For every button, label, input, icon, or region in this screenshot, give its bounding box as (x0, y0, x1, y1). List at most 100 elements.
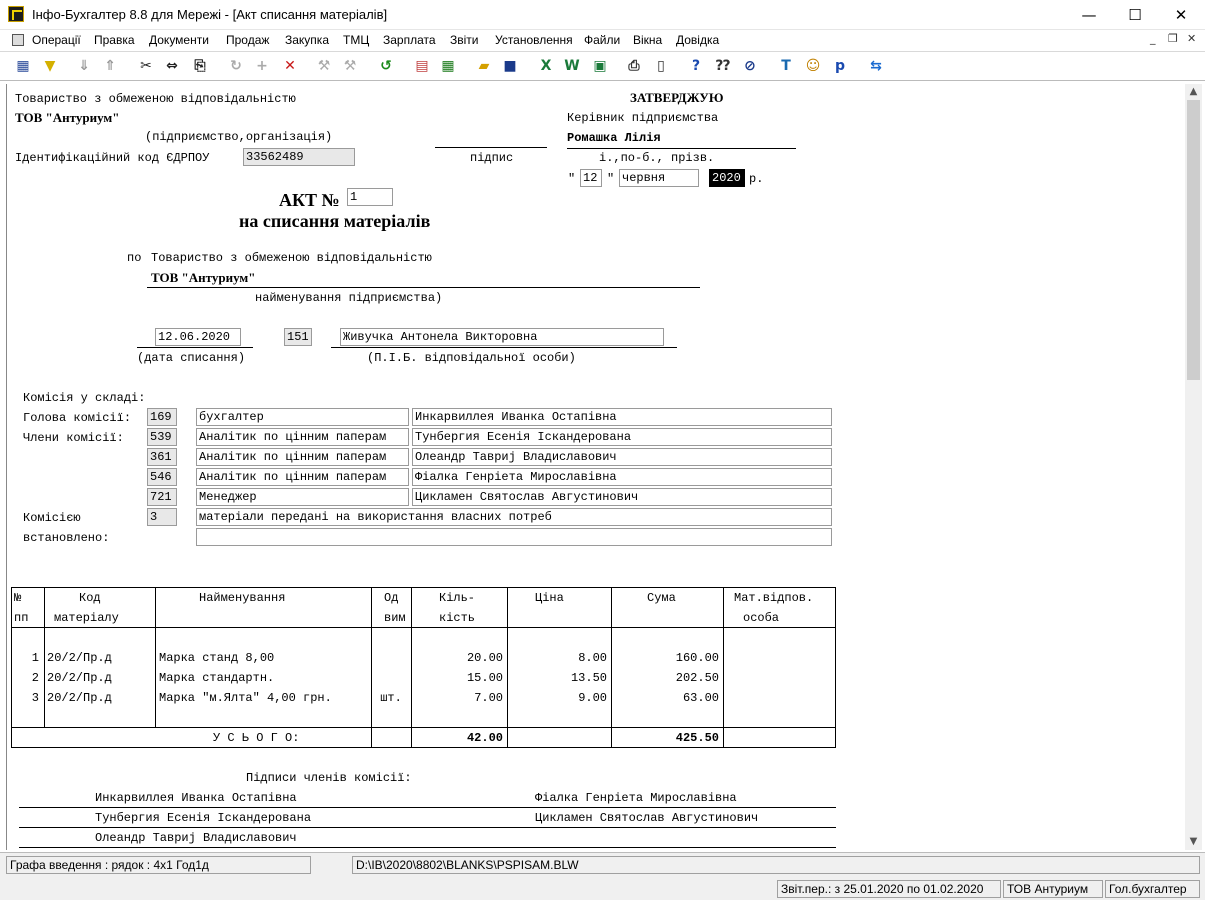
member-position-field[interactable]: Аналітик по цінним паперам (196, 448, 409, 466)
member-position-field[interactable]: Аналітик по цінним паперам (196, 428, 409, 446)
document-menu-icon[interactable] (12, 34, 24, 46)
excel-icon[interactable]: X (536, 56, 556, 76)
total-sum: 425.50 (675, 731, 719, 745)
table-cell-price[interactable]: 9.00 (507, 691, 607, 705)
save-icon[interactable]: ■ (500, 56, 520, 76)
table-cell-sum[interactable]: 202.50 (611, 671, 719, 685)
member-name-field[interactable]: Тунбергия Есенія Іскандерована (412, 428, 832, 446)
open-folder-icon[interactable]: ▰ (474, 56, 494, 76)
menu-item[interactable]: ТМЦ (343, 33, 369, 47)
menu-item[interactable]: Вікна (633, 33, 662, 47)
export-icon[interactable]: ▣ (590, 56, 610, 76)
table-cell-no[interactable]: 2 (11, 671, 39, 685)
mdi-minimize-button[interactable]: _ (1150, 32, 1156, 45)
table-cell-code[interactable]: 20/2/Пр.д (47, 651, 151, 665)
table-cell-qty[interactable]: 20.00 (411, 651, 503, 665)
close-button[interactable]: ✕ (1158, 0, 1204, 30)
member-name-field[interactable]: Олеандр Тавриј Владиславович (412, 448, 832, 466)
context-help-icon[interactable]: ⁇ (713, 56, 733, 76)
table-cell-unit[interactable]: шт. (373, 691, 409, 705)
member-code-field[interactable]: 721 (147, 488, 177, 506)
menu-item[interactable]: Правка (94, 33, 135, 47)
established-text-field-2[interactable] (196, 528, 832, 546)
refresh-icon[interactable]: ↺ (376, 56, 396, 76)
table-cell-code[interactable]: 20/2/Пр.д (47, 691, 151, 705)
sign-caption: підпис (470, 151, 514, 165)
member-code-field[interactable]: 361 (147, 448, 177, 466)
member-position-field[interactable]: Менеджер (196, 488, 409, 506)
table-cell-qty[interactable]: 7.00 (411, 691, 503, 705)
stamp-icon[interactable]: ⚒ (314, 56, 334, 76)
menu-item[interactable]: Документи (149, 33, 209, 47)
member-name-field[interactable]: Фіалка Генріета Мирославівна (412, 468, 832, 486)
table-cell-sum[interactable]: 160.00 (611, 651, 719, 665)
sort-asc-icon[interactable]: ⇑ (100, 56, 120, 76)
scrollbar-thumb[interactable] (1187, 100, 1200, 380)
menu-item[interactable]: Звіти (450, 33, 479, 47)
users-icon[interactable]: ☺ (803, 56, 823, 76)
member-position-field[interactable]: Аналітик по цінним паперам (196, 468, 409, 486)
table-cell-name[interactable]: Марка стандартн. (159, 671, 369, 685)
print-icon[interactable]: ⎙ (624, 56, 644, 76)
menu-item[interactable]: Закупка (285, 33, 329, 47)
menu-item[interactable]: Довідка (676, 33, 719, 47)
preview-icon[interactable]: ▯ (651, 56, 671, 76)
report-icon[interactable]: ▤ (412, 56, 432, 76)
stamp2-icon[interactable]: ⚒ (340, 56, 360, 76)
table-cell-price[interactable]: 8.00 (507, 651, 607, 665)
table-cell-qty[interactable]: 15.00 (411, 671, 503, 685)
member-position-field[interactable]: бухгалтер (196, 408, 409, 426)
text-icon[interactable]: T (776, 56, 796, 76)
member-code-field[interactable]: 539 (147, 428, 177, 446)
teamviewer-icon[interactable]: ⇆ (866, 56, 886, 76)
menu-item[interactable]: Операції (32, 33, 81, 47)
menu-item[interactable]: Зарплата (383, 33, 436, 47)
edrpou-field[interactable]: 33562489 (243, 148, 355, 166)
app-icon[interactable] (8, 6, 24, 22)
maximize-button[interactable]: ☐ (1112, 0, 1158, 30)
table-cell-name[interactable]: Марка станд 8,00 (159, 651, 369, 665)
table-cell-no[interactable]: 3 (11, 691, 39, 705)
approve-day-field[interactable]: 12 (580, 169, 602, 187)
responsible-code-field[interactable]: 151 (284, 328, 312, 346)
table-icon[interactable]: ▦ (13, 56, 33, 76)
compass-icon[interactable]: ⊘ (740, 56, 760, 76)
word-icon[interactable]: W (562, 56, 582, 76)
split-icon[interactable]: ⇔ (162, 56, 182, 76)
scroll-up-icon[interactable]: ▲ (1185, 86, 1202, 100)
act-number-field[interactable]: 1 (347, 188, 393, 206)
cut-icon[interactable]: ✂ (136, 56, 156, 76)
established-code-field[interactable]: 3 (147, 508, 177, 526)
approve-year-field[interactable]: 2020 (709, 169, 745, 187)
writeoff-date-field[interactable]: 12.06.2020 (155, 328, 241, 346)
filter-icon[interactable]: ▼ (40, 56, 60, 76)
mdi-close-button[interactable]: ✕ (1187, 32, 1196, 45)
copy-icon[interactable]: ⎘ (190, 56, 210, 76)
doc-p-icon[interactable]: p (830, 56, 850, 76)
calculator-icon[interactable]: ▦ (438, 56, 458, 76)
name-caption: і.,по-б., прізв. (599, 151, 715, 165)
member-name-field[interactable]: Цикламен Святослав Августинович (412, 488, 832, 506)
established-text-field-1[interactable]: матеріали передані на використання власн… (196, 508, 832, 526)
add-icon[interactable]: + (252, 56, 272, 76)
member-code-field[interactable]: 546 (147, 468, 177, 486)
table-cell-sum[interactable]: 63.00 (611, 691, 719, 705)
scroll-down-icon[interactable]: ▼ (1185, 836, 1202, 850)
menu-item[interactable]: Продаж (226, 33, 269, 47)
menu-item[interactable]: Файли (584, 33, 620, 47)
rotate-icon[interactable]: ↻ (226, 56, 246, 76)
minimize-button[interactable]: — (1066, 0, 1112, 30)
delete-icon[interactable]: ✕ (280, 56, 300, 76)
table-cell-price[interactable]: 13.50 (507, 671, 607, 685)
responsible-name-field[interactable]: Живучка Антонела Викторовна (340, 328, 664, 346)
table-cell-no[interactable]: 1 (11, 651, 39, 665)
help-icon[interactable]: ? (686, 56, 706, 76)
menu-item[interactable]: Установлення (495, 33, 573, 47)
approve-month-field[interactable]: червня (619, 169, 699, 187)
mdi-restore-button[interactable]: ❐ (1168, 32, 1178, 45)
member-name-field[interactable]: Инкарвиллея Иванка Остапівна (412, 408, 832, 426)
sort-desc-icon[interactable]: ⇓ (74, 56, 94, 76)
table-cell-code[interactable]: 20/2/Пр.д (47, 671, 151, 685)
member-code-field[interactable]: 169 (147, 408, 177, 426)
table-cell-name[interactable]: Марка "м.Ялта" 4,00 грн. (159, 691, 369, 705)
